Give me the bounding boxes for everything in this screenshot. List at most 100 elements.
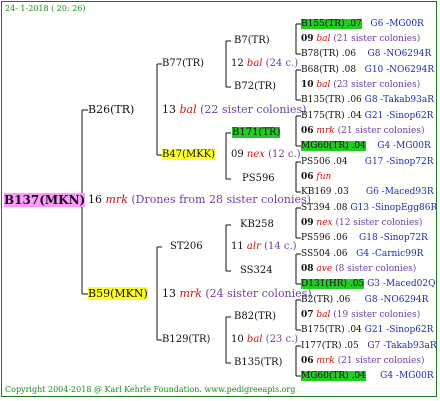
gen1-top-num: 13: [162, 103, 176, 116]
right-row[interactable]: ST394 .08 G13 -SinopEgg86R: [301, 201, 437, 215]
row-id: ST394 .08: [301, 203, 348, 213]
row-race: nex: [316, 218, 333, 228]
root-node[interactable]: B137(MKN): [4, 193, 86, 208]
right-row[interactable]: MG60(TR) .04 G4 -MG00R: [301, 369, 434, 383]
pedigree-frame: 24- 1-2018 ( 20: 26) B137(MKN) 16 mrk (D…: [1, 1, 437, 397]
right-row[interactable]: D131(HR) .05 G3 -Maced02Q: [301, 277, 435, 291]
right-row[interactable]: I177(TR) .05 G7 -Takab93aR: [301, 339, 437, 353]
row-loc: G4 -MG00R: [377, 141, 431, 151]
row-race: bal: [316, 310, 331, 320]
right-row[interactable]: B155(TR) .07 G6 -MG00R: [301, 17, 424, 31]
gen2-id: B77(TR): [162, 58, 205, 69]
row-id: I177(TR) .05: [301, 341, 359, 351]
gen1-top-race: bal: [179, 103, 197, 116]
root-id: B137(MKN): [4, 193, 86, 207]
gen2-num: 10: [231, 334, 244, 345]
gen2-id: ST206: [170, 241, 203, 252]
gen2-note: (14 c.): [264, 241, 297, 252]
gen2-race: bal: [246, 58, 263, 69]
row-num: 09: [301, 34, 314, 44]
row-race: bal: [316, 34, 331, 44]
row-race: bal: [316, 80, 331, 90]
gen3-node[interactable]: B171(TR): [232, 126, 281, 140]
row-id: MG60(TR) .04: [301, 371, 366, 381]
right-row: 07 bal (19 sister colonies): [301, 308, 420, 322]
row-note: (21 sister colonies): [337, 126, 425, 136]
row-loc: G17 -Sinop72R: [364, 157, 434, 167]
gen2-node[interactable]: B77(TR): [162, 57, 204, 71]
right-row: 06 fun: [301, 170, 331, 184]
gen2-note: (24 c.): [265, 58, 299, 69]
right-row[interactable]: SS504 .06 G4 -Carnic99R: [301, 247, 423, 261]
row-loc: G6 -Maced93R: [365, 187, 434, 197]
gen3-node[interactable]: KB258: [240, 218, 274, 232]
row-id: PS596 .06: [301, 233, 348, 243]
row-loc: G4 -MG00R: [380, 371, 434, 381]
gen2-drone-info: 09 nex (12 c.): [231, 148, 301, 162]
gen2-note: (23 c.): [265, 334, 299, 345]
gen1-bottom-id: B59(MKN): [88, 287, 148, 300]
row-num: 06: [301, 126, 314, 136]
row-loc: G6 -MG00R: [370, 19, 424, 29]
right-row[interactable]: B78(TR) .06 G8 -NO6294R: [301, 47, 431, 61]
gen2-num: 12: [231, 58, 244, 69]
row-num: 06: [301, 356, 314, 366]
row-num: 07: [301, 310, 314, 320]
row-id: B78(TR) .06: [301, 49, 357, 59]
gen2-id: B47(MKK): [162, 149, 216, 160]
row-id: B2(TR) .06: [301, 295, 351, 305]
row-loc: G18 -Sinop72R: [359, 233, 428, 243]
row-loc: G7 -Takab93aR: [367, 341, 437, 351]
row-id: B135(TR) .06: [301, 95, 362, 105]
row-loc: G13 -SinopEgg86R: [350, 203, 437, 213]
right-row[interactable]: B175(TR) .04 G21 -Sinop62R: [301, 323, 433, 337]
right-row: 10 bal (23 sister colonies): [301, 78, 420, 92]
gen3-node[interactable]: SS324: [240, 264, 273, 278]
right-row[interactable]: PS596 .06 G18 -Sinop72R: [301, 231, 428, 245]
copyright-footer: Copyright 2004-2018 @ Karl Kehrle Founda…: [5, 385, 296, 394]
right-row[interactable]: KB169 .03 G6 -Maced93R: [301, 185, 434, 199]
gen2-num: 09: [231, 149, 244, 160]
row-num: 08: [301, 264, 314, 274]
gen2-node[interactable]: ST206: [170, 240, 203, 254]
gen1-bottom-node[interactable]: B59(MKN): [88, 287, 148, 301]
row-note: (21 sister colonies): [333, 34, 421, 44]
gen1-top-node[interactable]: B26(TR): [88, 103, 134, 117]
row-id: D131(HR) .05: [301, 279, 365, 289]
gen3-node[interactable]: PS596: [242, 172, 275, 186]
gen1-bottom-num: 13: [162, 287, 176, 300]
right-row[interactable]: PS506 .04 G17 -Sinop72R: [301, 155, 434, 169]
gen2-node[interactable]: B47(MKK): [162, 148, 216, 162]
right-row: 06 mrk (21 sister colonies): [301, 124, 425, 138]
gen2-num: 11: [231, 241, 244, 252]
right-row[interactable]: B135(TR) .06 G8 -Takab93aR: [301, 93, 434, 107]
row-loc: G8 -NO6294R: [367, 49, 432, 59]
row-note: (23 sister colonies): [333, 80, 421, 90]
row-id: B175(TR) .04: [301, 325, 362, 335]
right-row[interactable]: MG60(TR) .04 G4 -MG00R: [301, 139, 431, 153]
gen2-drone-info: 10 bal (23 c.): [231, 333, 298, 347]
gen2-id: B129(TR): [162, 334, 211, 345]
row-note: (21 sister colonies): [337, 356, 425, 366]
gen2-note: (12 c.): [268, 149, 301, 160]
gen3-node[interactable]: B7(TR): [234, 34, 270, 48]
right-row[interactable]: B68(TR) .08 G10 -NO6294R: [301, 63, 434, 77]
right-row[interactable]: B175(TR) .04 G21 -Sinop62R: [301, 109, 433, 123]
row-id: MG60(TR) .04: [301, 141, 366, 151]
right-row[interactable]: B2(TR) .06 G8 -NO6294R: [301, 293, 428, 307]
row-loc: G21 -Sinop62R: [364, 111, 434, 121]
gen3-node[interactable]: B82(TR): [234, 310, 276, 324]
row-id: B175(TR) .04: [301, 111, 362, 121]
gen2-node[interactable]: B129(TR): [162, 333, 210, 347]
gen3-node[interactable]: B135(TR): [234, 356, 282, 370]
row-race: ave: [316, 264, 333, 274]
gen3-node[interactable]: B72(TR): [234, 80, 276, 94]
row-num: 06: [301, 172, 314, 182]
gen1-bottom-note: (24 sister colonies): [205, 287, 312, 300]
row-num: 09: [301, 218, 314, 228]
row-loc: G8 -Takab93aR: [364, 95, 434, 105]
gen1-top-id: B26(TR): [88, 103, 135, 116]
row-note: (12 sister colonies): [335, 218, 423, 228]
gen1-top-note: (22 sister colonies): [200, 103, 307, 116]
root-drone-info: 16 mrk (Drones from 28 sister colonies): [88, 193, 311, 207]
